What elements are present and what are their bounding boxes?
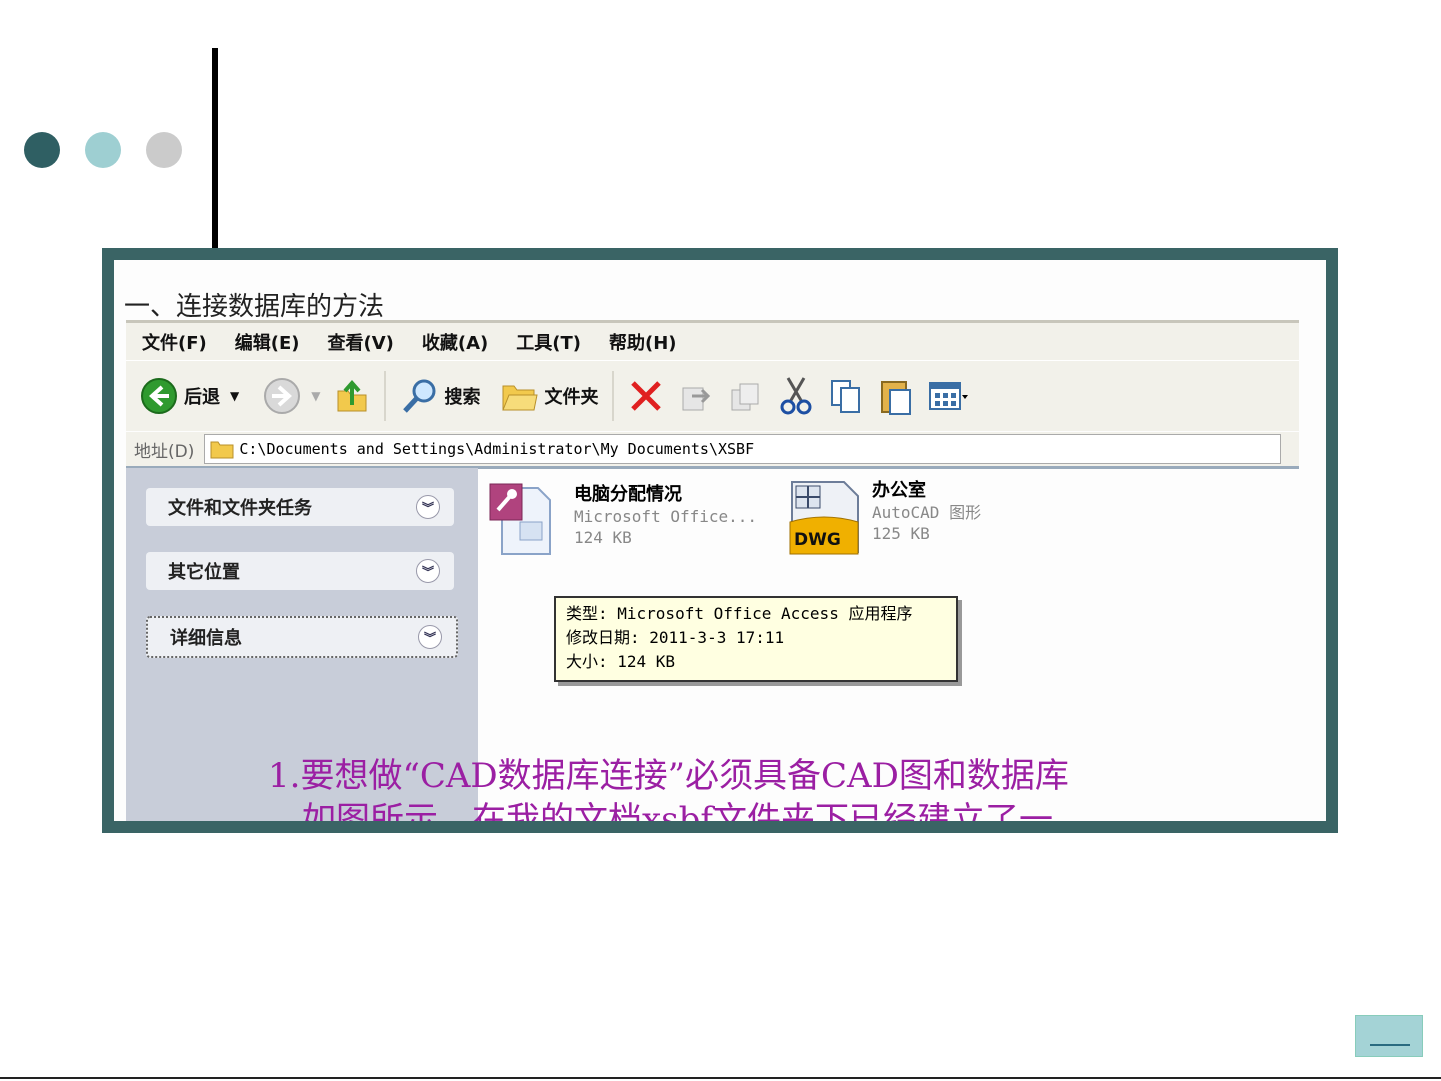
- delete-x-icon: [631, 381, 662, 411]
- views-icon: [929, 382, 969, 410]
- section-heading: 一、连接数据库的方法: [124, 292, 385, 322]
- forward-arrow-icon: [264, 378, 301, 414]
- paste-icon: [881, 381, 912, 415]
- copy-button[interactable]: [828, 377, 864, 415]
- search-button[interactable]: 搜索: [400, 376, 480, 416]
- toolbar-separator: [384, 371, 387, 421]
- scissors-icon: [780, 377, 812, 415]
- tooltip-type: 类型: Microsoft Office Access 应用程序: [566, 604, 913, 623]
- back-arrow-icon: [141, 378, 177, 414]
- file-type: AutoCAD 图形: [872, 503, 982, 522]
- menu-file[interactable]: 文件(F): [142, 329, 207, 355]
- panel-file-folder-tasks[interactable]: 文件和文件夹任务 ︾: [146, 488, 454, 526]
- file-type: Microsoft Office...: [574, 507, 758, 526]
- copy-to-icon: [731, 383, 759, 411]
- file-tooltip: 类型: Microsoft Office Access 应用程序 修改日期: 2…: [554, 596, 958, 682]
- folders-button[interactable]: 文件夹: [500, 378, 598, 414]
- chevron-down-icon[interactable]: ︾: [418, 625, 442, 649]
- menu-bar: 文件(F) 编辑(E) 查看(V) 收藏(A) 工具(T) 帮助(H): [126, 320, 1299, 361]
- up-folder-icon: [337, 379, 367, 412]
- caption-line-2: 。如图所示，在我的文档xsbf文件夹下已经建立了一: [268, 800, 1053, 821]
- footer-line: [0, 1077, 1441, 1079]
- file-size: 125 KB: [872, 524, 930, 543]
- slide-dot-light: [85, 132, 121, 168]
- address-path: C:\Documents and Settings\Administrator\…: [239, 440, 755, 458]
- file-item-access[interactable]: 电脑分配情况 Microsoft Office... 124 KB: [486, 480, 757, 560]
- tooltip-date: 修改日期: 2011-3-3 17:11: [566, 628, 785, 647]
- chevron-down-icon[interactable]: ︾: [416, 559, 440, 583]
- address-label: 地址(D): [134, 441, 195, 462]
- menu-help[interactable]: 帮助(H): [609, 329, 677, 355]
- file-name: 办公室: [872, 480, 926, 501]
- paste-button[interactable]: [878, 376, 914, 416]
- dwg-badge: DWG: [794, 530, 841, 550]
- address-bar: 地址(D) C:\Documents and Settings\Administ…: [126, 432, 1299, 469]
- forward-button[interactable]: ▼: [263, 377, 320, 415]
- search-icon: [403, 379, 436, 413]
- file-name: 电脑分配情况: [574, 484, 682, 505]
- back-button[interactable]: 后退 ▼: [140, 377, 239, 415]
- views-button[interactable]: [928, 379, 969, 413]
- slide-caption: 1.要想做“CAD数据库连接”必须具备CAD图和数据库 。如图所示，在我的文档x…: [268, 754, 1069, 821]
- cut-button[interactable]: [778, 376, 814, 416]
- file-size: 124 KB: [574, 528, 632, 547]
- menu-favorites[interactable]: 收藏(A): [422, 329, 488, 355]
- tooltip-size: 大小: 124 KB: [566, 652, 676, 671]
- panel-other-places[interactable]: 其它位置 ︾: [146, 552, 454, 590]
- slide-nav-button[interactable]: [1355, 1015, 1423, 1057]
- screenshot-frame: 一、连接数据库的方法 文件(F) 编辑(E) 查看(V) 收藏(A) 工具(T)…: [102, 248, 1338, 833]
- move-to-button[interactable]: [678, 378, 714, 414]
- caption-line-1: 1.要想做“CAD数据库连接”必须具备CAD图和数据库: [268, 756, 1069, 796]
- panel-label: 文件和文件夹任务: [168, 498, 312, 519]
- forward-dropdown-icon[interactable]: ▼: [311, 389, 320, 403]
- slide-dot-dark: [24, 132, 60, 168]
- toolbar: 后退 ▼ ▼ 搜索 文件夹: [126, 360, 1299, 431]
- slide-dot-gray: [146, 132, 182, 168]
- delete-button[interactable]: [628, 378, 664, 414]
- search-label: 搜索: [444, 387, 481, 408]
- access-file-icon: [489, 483, 551, 555]
- copy-to-button[interactable]: [728, 378, 764, 414]
- move-to-icon: [682, 387, 711, 411]
- explorer-window: 一、连接数据库的方法 文件(F) 编辑(E) 查看(V) 收藏(A) 工具(T)…: [114, 260, 1326, 821]
- toolbar-separator: [612, 371, 615, 421]
- panel-label: 详细信息: [170, 628, 242, 649]
- up-folder-button[interactable]: [334, 377, 370, 415]
- nav-underline-icon: [1370, 1044, 1410, 1046]
- folders-label: 文件夹: [544, 387, 599, 408]
- file-item-dwg[interactable]: DWG 办公室 AutoCAD 图形 125 KB: [786, 476, 981, 558]
- slide-vertical-line: [212, 48, 218, 253]
- menu-edit[interactable]: 编辑(E): [235, 329, 300, 355]
- back-dropdown-icon[interactable]: ▼: [230, 389, 239, 403]
- menu-tools[interactable]: 工具(T): [516, 329, 581, 355]
- folder-icon: [502, 385, 539, 411]
- panel-label: 其它位置: [168, 562, 240, 583]
- address-input[interactable]: C:\Documents and Settings\Administrator\…: [204, 434, 1282, 464]
- panel-details[interactable]: 详细信息 ︾: [146, 616, 458, 658]
- copy-icon: [831, 380, 861, 413]
- back-label: 后退: [184, 387, 220, 408]
- menu-view[interactable]: 查看(V): [328, 329, 394, 355]
- chevron-down-icon[interactable]: ︾: [416, 495, 440, 519]
- folder-icon: [210, 441, 234, 459]
